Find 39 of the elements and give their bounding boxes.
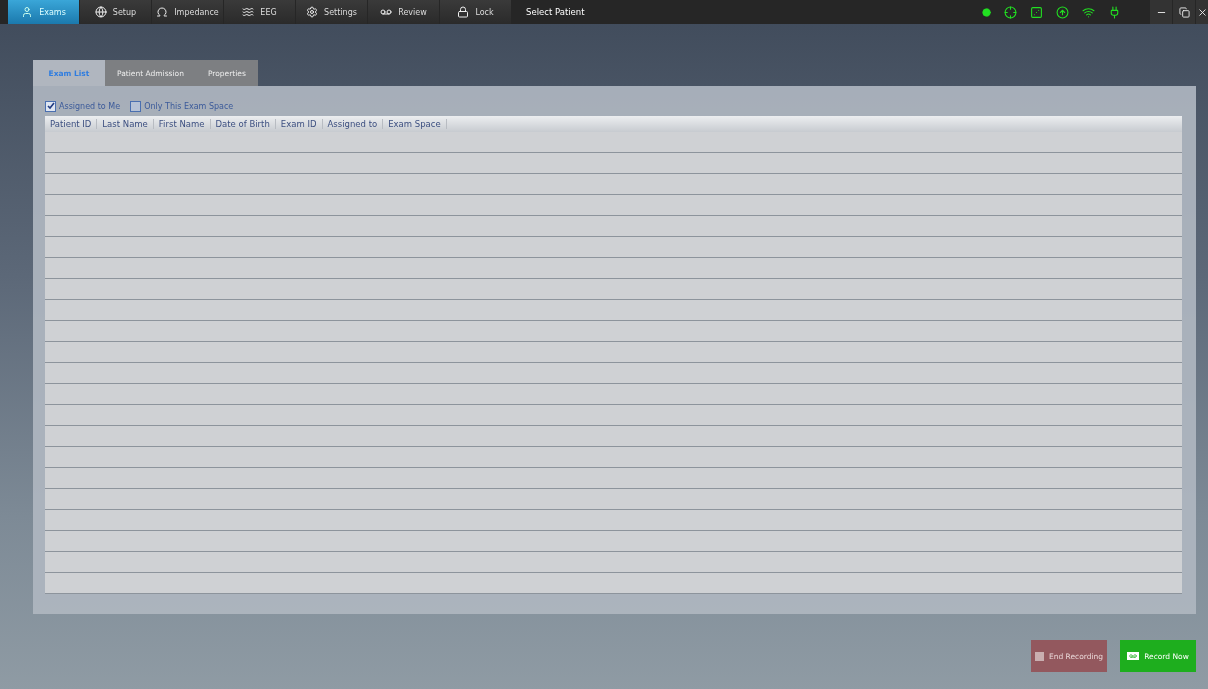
column-header[interactable]: Date of Birth (210, 119, 276, 129)
checkmark-icon (46, 102, 55, 110)
checkbox-label: Only This Exam Space (144, 101, 234, 111)
column-header[interactable]: First Name (153, 119, 211, 129)
cassette-icon (1127, 652, 1140, 660)
restore-icon (1178, 6, 1190, 18)
screen-title: Select Patient (525, 6, 585, 19)
plug-icon (1108, 5, 1121, 19)
toolbar-button[interactable]: Review (368, 0, 439, 24)
column-header[interactable]: Exam ID (275, 119, 323, 129)
column-header[interactable]: Exam Space (383, 119, 447, 129)
stop-icon (1034, 651, 1044, 661)
waves-icon (242, 6, 255, 18)
close-button[interactable] (1196, 0, 1208, 24)
settings-icon (306, 6, 319, 18)
column-header[interactable]: Patient ID (45, 119, 98, 129)
dice-icon (1030, 5, 1043, 19)
lock-icon (457, 6, 470, 18)
status-dot-icon (982, 7, 991, 17)
person-icon (21, 6, 34, 18)
close-icon (1196, 6, 1208, 18)
toolbar-button[interactable]: Lock (440, 0, 511, 24)
globe-icon (94, 6, 107, 18)
toolbar-button[interactable]: Settings (296, 0, 367, 24)
checkbox[interactable] (45, 100, 56, 112)
cassette-icon (380, 6, 393, 18)
toolbar-button[interactable]: Setup (80, 0, 151, 24)
toolbar-button[interactable]: Impedance (152, 0, 223, 24)
restore-button[interactable] (1173, 0, 1195, 24)
checkbox-label: Assigned to Me (59, 101, 121, 111)
omega-icon (156, 6, 169, 18)
toolbar-button[interactable]: Exams (8, 0, 79, 24)
checkbox[interactable] (130, 100, 142, 112)
wifi-icon (1082, 5, 1095, 19)
toolbar-button[interactable]: EEG (224, 0, 295, 24)
column-header[interactable]: Assigned to (322, 119, 384, 129)
column-header[interactable]: Last Name (97, 119, 154, 129)
crosshair-icon (1004, 5, 1017, 19)
upload-icon (1056, 5, 1069, 19)
